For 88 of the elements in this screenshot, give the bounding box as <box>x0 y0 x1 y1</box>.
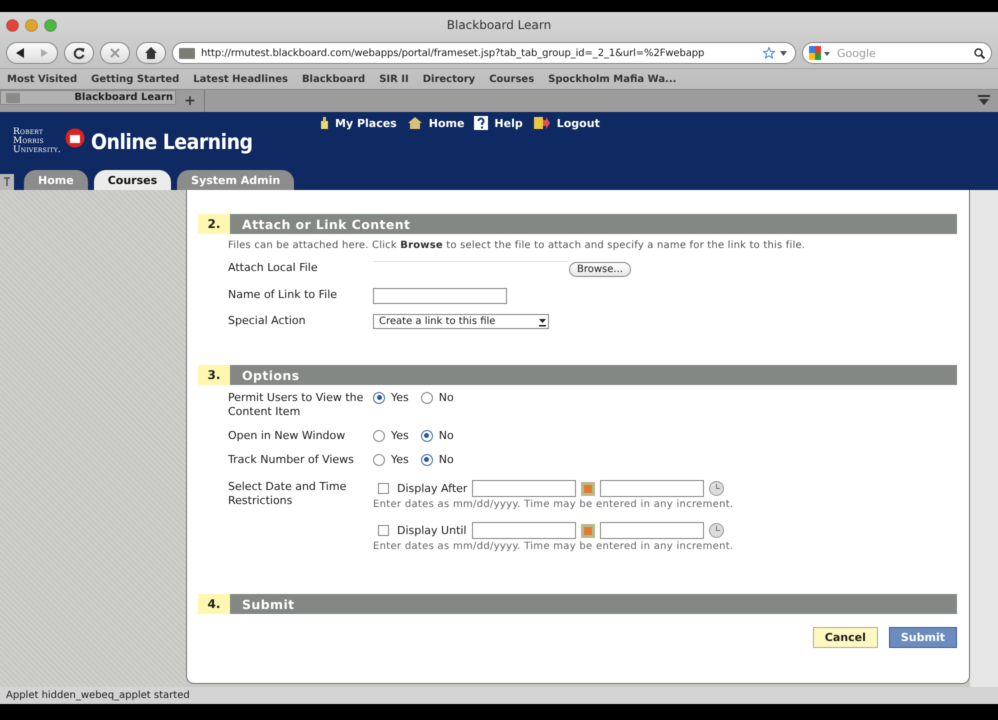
scrollbar[interactable] <box>970 190 998 687</box>
field-label: Track Number of Views <box>228 453 354 466</box>
site-icon <box>179 48 195 58</box>
checkbox[interactable] <box>378 525 389 536</box>
star-icon[interactable] <box>763 47 789 59</box>
radio-button[interactable] <box>373 430 385 442</box>
back-forward-button[interactable] <box>6 42 58 64</box>
forward-icon <box>41 49 49 57</box>
calendar-icon[interactable] <box>580 524 594 538</box>
clock-icon[interactable] <box>708 523 724 538</box>
field-label: Name of Link to File <box>228 288 338 301</box>
window-control-icon[interactable] <box>25 18 38 32</box>
browse-button[interactable]: Browse... <box>569 262 631 277</box>
bookmark[interactable]: Most Visited <box>7 74 78 84</box>
checkbox-label: Display After <box>397 482 468 495</box>
field-label: Select Date and Time Restrictions <box>228 480 346 507</box>
door-icon <box>532 116 551 130</box>
bookmark[interactable]: Directory <box>422 74 476 84</box>
radio-button[interactable] <box>420 430 433 442</box>
nav-tab[interactable]: Courses <box>94 170 172 190</box>
help-icon <box>474 116 488 130</box>
reload-icon <box>73 47 85 59</box>
hint-text: Enter dates as mm/dd/yyyy. Time may be entered in any increment. <box>373 541 734 552</box>
window-title: Blackboard Learn <box>446 18 552 32</box>
back-icon <box>15 48 25 58</box>
section-title: Options <box>230 365 957 385</box>
bookmark[interactable]: Courses <box>489 74 534 84</box>
search-field[interactable]: Google <box>802 42 992 64</box>
text-field[interactable] <box>373 288 507 304</box>
date-field[interactable] <box>472 480 576 497</box>
header-link[interactable]: Logout <box>556 116 600 130</box>
status-text: Applet hidden_webeq_applet started <box>6 690 190 701</box>
site-icon <box>6 92 20 102</box>
checkbox-label: Display Until <box>397 524 466 537</box>
radio-button[interactable] <box>373 392 385 404</box>
radio-label: Yes <box>391 429 409 442</box>
bookmark[interactable]: SIR II <box>379 74 409 84</box>
site-title: Online Learning <box>90 130 253 154</box>
university-name: Robert Morris University. <box>13 128 61 155</box>
section-title: Attach or Link Content <box>230 214 957 234</box>
stop-button[interactable] <box>100 42 130 64</box>
window-control-icon[interactable] <box>44 18 57 32</box>
bookmark[interactable]: Spockholm Mafia Wa... <box>548 74 676 84</box>
home-icon <box>145 47 157 59</box>
radio-label: No <box>438 391 454 404</box>
seal-icon <box>64 128 85 148</box>
tab-list-icon[interactable] <box>978 95 990 106</box>
section-number: 3. <box>198 365 230 385</box>
stop-icon <box>110 48 120 58</box>
window-control-icon[interactable] <box>6 18 19 32</box>
radio-label: Yes <box>391 453 409 466</box>
header-link[interactable]: Home <box>428 116 464 130</box>
field-label: Open in New Window <box>228 429 346 442</box>
search-engine-icon <box>809 46 831 60</box>
bookmark[interactable]: Latest Headlines <box>193 74 288 84</box>
browser-tab[interactable]: Blackboard Learn <box>0 90 176 105</box>
radio-label: Yes <box>391 391 409 404</box>
radio-label: No <box>438 453 454 466</box>
section-title: Submit <box>230 594 957 614</box>
bookmark[interactable]: Getting Started <box>91 74 180 84</box>
calendar-icon[interactable] <box>581 482 596 496</box>
search-icon[interactable] <box>974 48 985 58</box>
bookmark[interactable]: Blackboard <box>302 74 366 84</box>
header-link[interactable]: Help <box>494 116 523 130</box>
time-field[interactable] <box>600 522 704 539</box>
radio-button[interactable] <box>373 454 385 466</box>
checkbox[interactable] <box>378 483 389 494</box>
hint-text: Enter dates as mm/dd/yyyy. Time may be entered in any increment. <box>373 499 734 510</box>
field-label: Attach Local File <box>228 261 318 274</box>
header-link[interactable]: My Places <box>335 116 397 130</box>
radio-button[interactable] <box>420 392 433 404</box>
action-dropdown[interactable]: Create a link to this file <box>373 314 549 329</box>
section-number: 2. <box>198 214 230 234</box>
home-button[interactable] <box>136 42 166 64</box>
dropdown-arrow-icon <box>539 316 546 326</box>
time-field[interactable] <box>600 480 704 497</box>
clock-icon[interactable] <box>709 481 724 496</box>
cancel-button[interactable]: Cancel <box>812 627 878 648</box>
house-icon <box>406 116 423 130</box>
field-label: Permit Users to View the Content Item <box>228 391 364 418</box>
date-field[interactable] <box>472 522 576 539</box>
radio-button[interactable] <box>420 454 433 466</box>
address-field[interactable]: http://rmutest.blackboard.com/webapps/portal/frameset.jsp?tab_tab_group_id=_2_1&url=%2Fwebapp <box>172 42 796 64</box>
reload-button[interactable] <box>64 42 94 64</box>
radio-label: No <box>438 429 454 442</box>
section-number: 4. <box>198 594 230 614</box>
instructions-text: Files can be attached here. Click Browse to select the file to attach and specify a name for the link to this file. <box>228 240 806 251</box>
field-label: Special Action <box>228 314 306 327</box>
